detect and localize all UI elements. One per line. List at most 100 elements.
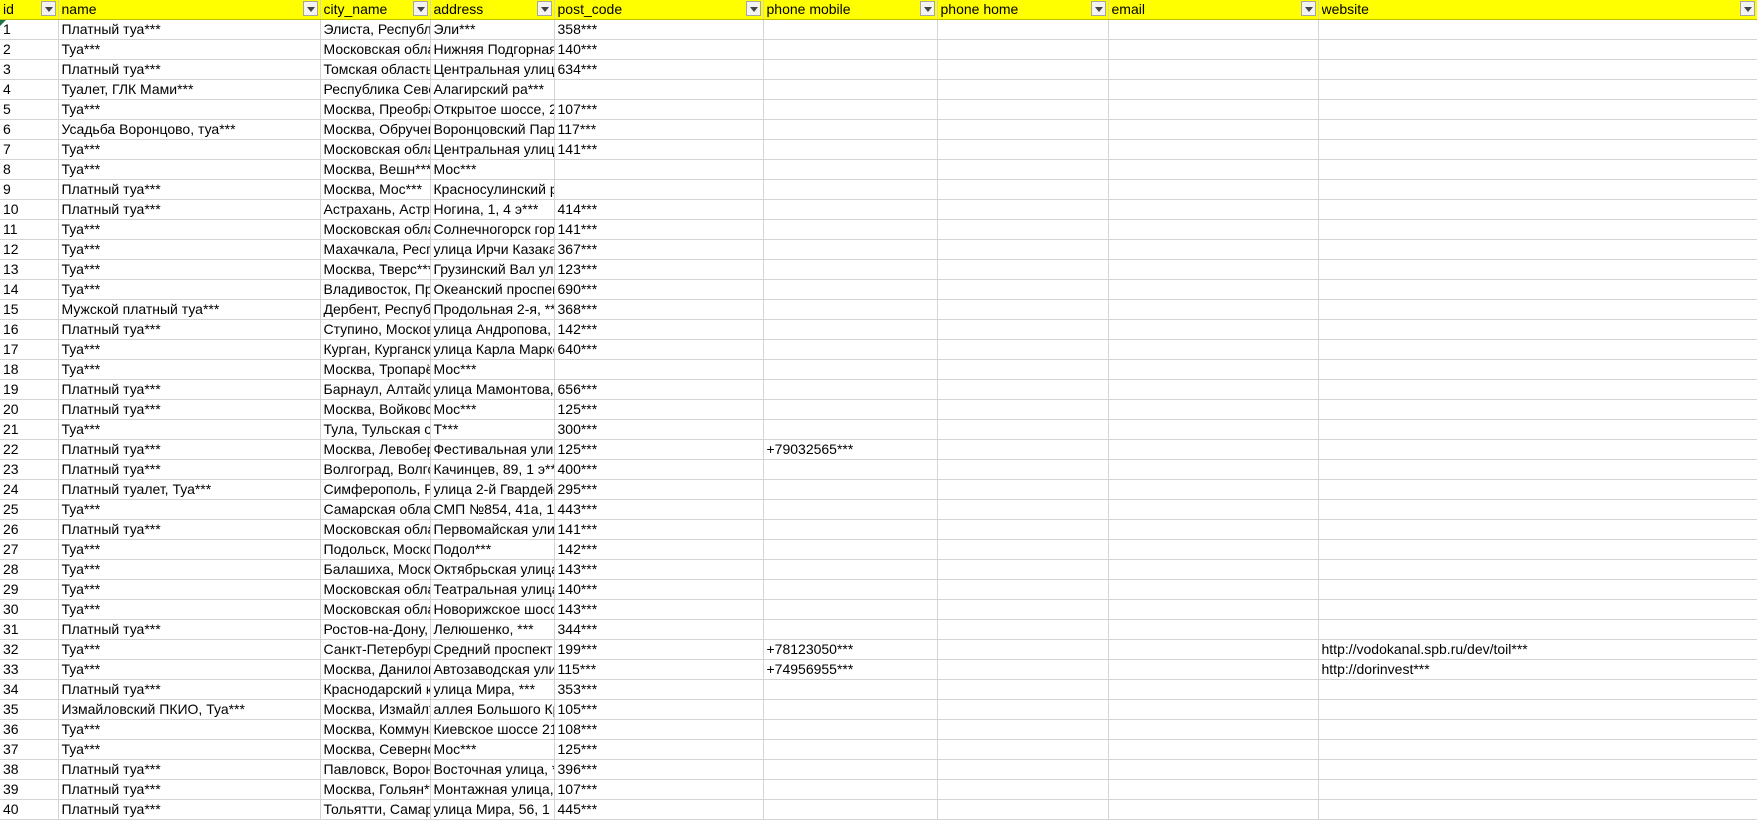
- filter-dropdown-icon[interactable]: [40, 1, 56, 16]
- cell-phone-mobile[interactable]: [763, 699, 938, 720]
- cell-name[interactable]: Туа***: [58, 659, 321, 680]
- cell-website[interactable]: [1318, 599, 1757, 620]
- cell-id[interactable]: 39: [0, 779, 59, 800]
- cell-email[interactable]: [1108, 419, 1319, 440]
- cell-name[interactable]: Туа***: [58, 279, 321, 300]
- cell-phone-home[interactable]: [937, 439, 1109, 460]
- cell-id[interactable]: 3: [0, 59, 59, 80]
- cell-post-code[interactable]: 344***: [554, 619, 764, 640]
- cell-website[interactable]: [1318, 779, 1757, 800]
- cell-website[interactable]: [1318, 19, 1757, 40]
- cell-id[interactable]: 23: [0, 459, 59, 480]
- cell-city-name[interactable]: Владивосток, Прим: [320, 279, 431, 300]
- cell-city-name[interactable]: Симферополь, Рес: [320, 479, 431, 500]
- cell-name[interactable]: Туа***: [58, 739, 321, 760]
- cell-email[interactable]: [1108, 159, 1319, 180]
- column-header-phone-home[interactable]: phone home: [937, 0, 1109, 20]
- cell-email[interactable]: [1108, 379, 1319, 400]
- cell-phone-mobile[interactable]: [763, 259, 938, 280]
- filter-dropdown-icon[interactable]: [302, 1, 318, 16]
- cell-email[interactable]: [1108, 19, 1319, 40]
- cell-email[interactable]: [1108, 39, 1319, 60]
- cell-id[interactable]: 29: [0, 579, 59, 600]
- cell-city-name[interactable]: Волгоград, Волгогр: [320, 459, 431, 480]
- cell-phone-home[interactable]: [937, 659, 1109, 680]
- cell-phone-home[interactable]: [937, 459, 1109, 480]
- cell-post-code[interactable]: [554, 359, 764, 380]
- cell-city-name[interactable]: Балашиха, Московс: [320, 559, 431, 580]
- cell-address[interactable]: Автозаводская улица,: [430, 659, 555, 680]
- cell-phone-mobile[interactable]: [763, 499, 938, 520]
- cell-city-name[interactable]: Московская област: [320, 579, 431, 600]
- cell-id[interactable]: 10: [0, 199, 59, 220]
- cell-phone-home[interactable]: [937, 639, 1109, 660]
- cell-id[interactable]: 9: [0, 179, 59, 200]
- cell-address[interactable]: Лелюшенко, ***: [430, 619, 555, 640]
- cell-website[interactable]: [1318, 119, 1757, 140]
- cell-name[interactable]: Мужской платный туа***: [58, 299, 321, 320]
- cell-id[interactable]: 17: [0, 339, 59, 360]
- cell-website[interactable]: [1318, 479, 1757, 500]
- cell-website[interactable]: [1318, 339, 1757, 360]
- cell-post-code[interactable]: 107***: [554, 779, 764, 800]
- cell-post-code[interactable]: 300***: [554, 419, 764, 440]
- cell-phone-mobile[interactable]: [763, 759, 938, 780]
- cell-email[interactable]: [1108, 659, 1319, 680]
- cell-website[interactable]: [1318, 459, 1757, 480]
- cell-post-code[interactable]: 634***: [554, 59, 764, 80]
- cell-id[interactable]: 18: [0, 359, 59, 380]
- column-header-email[interactable]: email: [1108, 0, 1319, 20]
- cell-post-code[interactable]: 656***: [554, 379, 764, 400]
- cell-website[interactable]: [1318, 59, 1757, 80]
- cell-phone-mobile[interactable]: [763, 339, 938, 360]
- cell-post-code[interactable]: 107***: [554, 99, 764, 120]
- cell-phone-home[interactable]: [937, 339, 1109, 360]
- cell-email[interactable]: [1108, 259, 1319, 280]
- cell-id[interactable]: 36: [0, 719, 59, 740]
- cell-phone-mobile[interactable]: [763, 419, 938, 440]
- cell-address[interactable]: Центральная улица, *: [430, 139, 555, 160]
- cell-phone-mobile[interactable]: [763, 239, 938, 260]
- cell-post-code[interactable]: 367***: [554, 239, 764, 260]
- cell-id[interactable]: 1: [0, 19, 59, 40]
- cell-phone-mobile[interactable]: [763, 39, 938, 60]
- cell-address[interactable]: Монтажная улица, 9 с: [430, 779, 555, 800]
- cell-website[interactable]: [1318, 139, 1757, 160]
- cell-email[interactable]: [1108, 439, 1319, 460]
- cell-phone-mobile[interactable]: [763, 199, 938, 220]
- cell-phone-mobile[interactable]: [763, 59, 938, 80]
- cell-phone-mobile[interactable]: [763, 459, 938, 480]
- cell-website[interactable]: [1318, 799, 1757, 820]
- cell-name[interactable]: Туа***: [58, 719, 321, 740]
- cell-address[interactable]: улица Мира, 56, 1 э**: [430, 799, 555, 820]
- cell-id[interactable]: 28: [0, 559, 59, 580]
- cell-website[interactable]: [1318, 239, 1757, 260]
- cell-id[interactable]: 40: [0, 799, 59, 820]
- cell-phone-home[interactable]: [937, 499, 1109, 520]
- cell-post-code[interactable]: 199***: [554, 639, 764, 660]
- cell-id[interactable]: 5: [0, 99, 59, 120]
- cell-id[interactable]: 31: [0, 619, 59, 640]
- cell-phone-mobile[interactable]: [763, 379, 938, 400]
- cell-post-code[interactable]: 140***: [554, 39, 764, 60]
- cell-name[interactable]: Туа***: [58, 599, 321, 620]
- cell-name[interactable]: Платный туа***: [58, 459, 321, 480]
- column-header-id[interactable]: id: [0, 0, 59, 20]
- cell-address[interactable]: Мос***: [430, 359, 555, 380]
- cell-phone-home[interactable]: [937, 99, 1109, 120]
- cell-website[interactable]: http://vodokanal.spb.ru/dev/toil***: [1318, 639, 1757, 660]
- cell-name[interactable]: Платный туа***: [58, 799, 321, 820]
- cell-website[interactable]: [1318, 619, 1757, 640]
- cell-website[interactable]: [1318, 399, 1757, 420]
- cell-phone-mobile[interactable]: [763, 619, 938, 640]
- cell-address[interactable]: Восточная улица, ***: [430, 759, 555, 780]
- cell-email[interactable]: [1108, 699, 1319, 720]
- cell-id[interactable]: 32: [0, 639, 59, 660]
- cell-id[interactable]: 24: [0, 479, 59, 500]
- cell-post-code[interactable]: 141***: [554, 219, 764, 240]
- cell-id[interactable]: 30: [0, 599, 59, 620]
- cell-name[interactable]: Туа***: [58, 539, 321, 560]
- cell-post-code[interactable]: 117***: [554, 119, 764, 140]
- cell-city-name[interactable]: Москва, Преображ: [320, 99, 431, 120]
- cell-phone-home[interactable]: [937, 79, 1109, 100]
